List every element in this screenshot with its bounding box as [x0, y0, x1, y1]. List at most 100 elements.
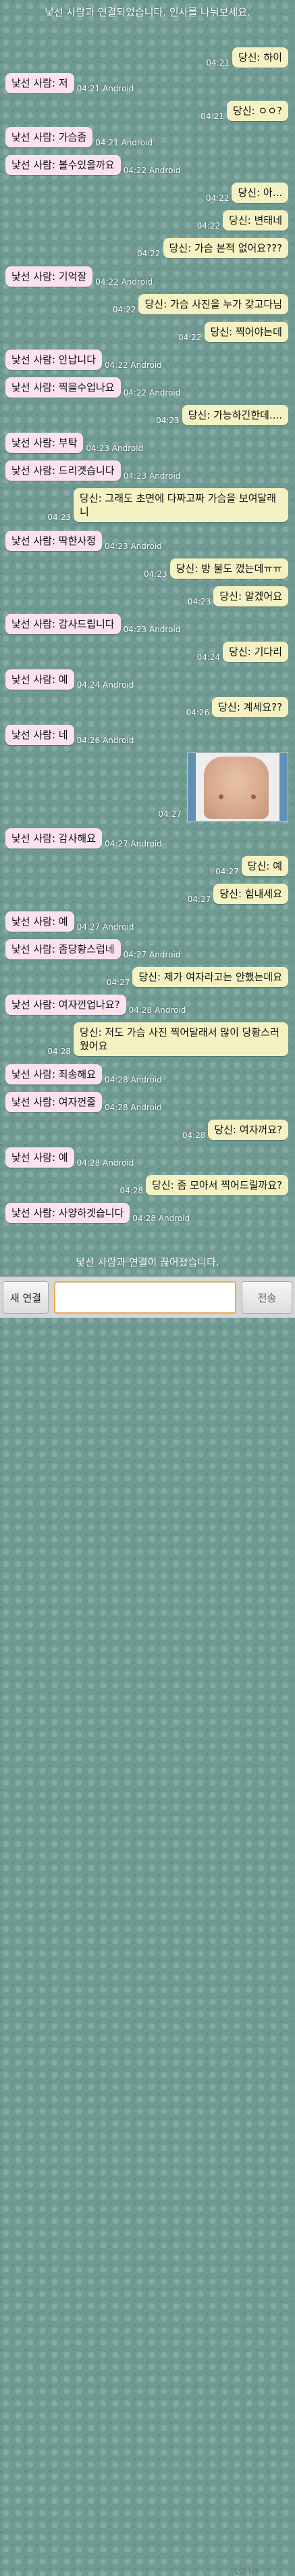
message-bubble[interactable]: 당신: 좀 모아서 찍어드릴까요? [146, 1175, 288, 1195]
message-time: 04:28 Android [128, 1005, 186, 1015]
message-bubble[interactable]: 낯선 사람: 사양하겟습니다 [5, 1203, 130, 1223]
message-bubble[interactable]: 낯선 사람: 찍을수업나요 [5, 377, 121, 398]
message-time: 04:23 Android [86, 444, 144, 453]
message-bubble[interactable]: 낯선 사람: 좀당황스럽네 [5, 939, 121, 959]
message-bubble[interactable]: 낯선 사람: 여자껀업나요? [5, 995, 126, 1015]
outgoing-message: 당신: 아... 04:22 [0, 183, 295, 206]
message-time: 04:21 [206, 58, 230, 68]
message-time: 04:27 [158, 809, 182, 819]
incoming-message: 낯선 사람: 가슴좀 04:21 Android [0, 127, 295, 150]
message-bubble[interactable]: 당신: 하이 [232, 47, 288, 68]
message-bubble[interactable]: 당신: 제가 여자라고는 안했는데요 [132, 967, 288, 987]
message-bubble[interactable]: 당신: 방 불도 껐는데ㅠㅠ [169, 558, 288, 579]
incoming-message: 낯선 사람: 감사드립니다 04:23 Android [0, 614, 295, 637]
incoming-message: 낯선 사람: 드리겟습니다 04:23 Android [0, 460, 295, 483]
incoming-message: 낯선 사람: 예 04:28 Android [0, 1147, 295, 1170]
message-bubble[interactable]: 당신: 예 [241, 856, 288, 876]
message-time: 04:22 Android [123, 388, 181, 398]
outgoing-message: 당신: 힘내세요 04:27 [0, 884, 295, 907]
message-bubble[interactable]: 당신: 저도 가슴 사진 찍어달래서 많이 당황스러웠어요 [74, 1022, 288, 1056]
message-bubble[interactable]: 당신: 힘내세요 [213, 884, 288, 904]
message-time: 04:26 Android [76, 736, 134, 745]
message-bubble[interactable]: 낯선 사람: 가슴좀 [5, 127, 93, 147]
message-bubble[interactable]: 당신: 찍어야는데 [204, 322, 288, 342]
message-bubble[interactable]: 낯선 사람: 예 [5, 1147, 74, 1168]
photo-message: 04:27 [0, 753, 295, 821]
message-bubble[interactable]: 당신: 그래도 초면에 다짜고짜 가슴을 보여달래니 [74, 488, 288, 522]
outgoing-message: 당신: 변태네 04:22 [0, 210, 295, 233]
message-bubble[interactable]: 낯선 사람: 감사드립니다 [5, 614, 121, 634]
message-time: 04:28 Android [76, 1158, 134, 1168]
message-bubble[interactable]: 낯선 사람: 감사해요 [5, 828, 102, 849]
message-bubble[interactable]: 낯선 사람: 딱한사정 [5, 531, 102, 551]
message-bubble[interactable]: 당신: 계세요?? [212, 697, 288, 717]
message-bubble[interactable]: 낯선 사람: 죄송해요 [5, 1064, 102, 1084]
message-bubble[interactable]: 낯선 사람: 예 [5, 669, 74, 690]
message-time: 04:23 [187, 597, 211, 606]
chest-photo-image[interactable] [187, 753, 288, 821]
message-time: 04:23 [47, 512, 71, 522]
message-time: 04:23 [156, 416, 180, 425]
message-bubble[interactable]: 낯선 사람: 안납니다 [5, 350, 102, 370]
message-time: 04:22 Android [105, 360, 162, 370]
incoming-message: 낯선 사람: 예 04:24 Android [0, 669, 295, 692]
message-time: 04:22 [196, 221, 221, 231]
message-bubble[interactable]: 당신: 아... [232, 183, 288, 203]
outgoing-message: 당신: 좀 모아서 찍어드릴까요? 04:28 [0, 1175, 295, 1198]
message-time: 04:21 [200, 112, 225, 121]
incoming-message: 낯선 사람: 죄송해요 04:28 Android [0, 1064, 295, 1087]
incoming-message: 낯선 사람: 여자껀업나요? 04:28 Android [0, 995, 295, 1018]
message-time: 04:27 [106, 978, 130, 987]
message-bubble[interactable]: 당신: 여자꺼요? [208, 1120, 288, 1140]
outgoing-message: 당신: 가슴 본적 없어요??? 04:22 [0, 238, 295, 261]
outgoing-message: 당신: 제가 여자라고는 안했는데요 04:27 [0, 967, 295, 990]
message-time: 04:27 Android [123, 950, 181, 959]
message-time: 04:22 [136, 249, 161, 258]
message-bubble[interactable]: 당신: 가능하긴한데.... [182, 405, 288, 425]
message-bubble[interactable]: 당신: ㅇㅇ? [227, 101, 288, 121]
send-button[interactable]: 전송 [242, 1281, 292, 1314]
bottom-bar: 새 연결 LG U+ 전송 [0, 1277, 295, 2576]
incoming-message: 낯선 사람: 기억잘 04:22 Android [0, 266, 295, 289]
message-bubble[interactable]: 낯선 사람: 부탁 [5, 433, 84, 453]
message-bubble[interactable]: 낯선 사람: 볼수있을까요 [5, 155, 121, 175]
incoming-message: 낯선 사람: 좀당황스럽네 04:27 Android [0, 939, 295, 962]
message-time: 04:22 Android [123, 166, 181, 175]
message-time: 04:24 Android [76, 680, 134, 690]
message-bubble[interactable]: 낯선 사람: 예 [5, 911, 74, 932]
message-time: 04:27 Android [105, 839, 162, 849]
message-time: 04:21 Android [95, 138, 153, 147]
message-time: 04:27 [187, 895, 211, 904]
message-bubble[interactable]: 낯선 사람: 여자껀줄 [5, 1092, 102, 1112]
message-bubble[interactable]: 당신: 가슴 본적 없어요??? [163, 238, 288, 258]
incoming-message: 낯선 사람: 볼수있을까요 04:22 Android [0, 155, 295, 178]
message-bubble[interactable]: 당신: 가슴 사진을 누가 갖고다님 [138, 294, 288, 314]
incoming-message: 낯선 사람: 저 04:21 Android [0, 73, 295, 96]
message-time: 04:28 [182, 1130, 206, 1140]
incoming-message: 낯선 사람: 감사해요 04:27 Android [0, 828, 295, 851]
new-connection-button[interactable]: 새 연결 [3, 1281, 49, 1314]
incoming-message: 낯선 사람: 부탁 04:23 Android [0, 433, 295, 456]
message-time: 04:27 [215, 867, 239, 876]
message-bubble[interactable]: 낯선 사람: 저 [5, 73, 74, 93]
outgoing-message: 당신: 그래도 초면에 다짜고짜 가슴을 보여달래니 04:23 [0, 488, 295, 525]
message-time: 04:22 Android [95, 277, 153, 287]
message-bubble[interactable]: 당신: 기다리 [223, 642, 288, 662]
message-time: 04:28 [47, 1047, 71, 1056]
incoming-message: 낯선 사람: 예 04:27 Android [0, 911, 295, 934]
message-bubble[interactable]: 낯선 사람: 드리겟습니다 [5, 460, 121, 481]
outgoing-message: 당신: 알겠어요 04:23 [0, 586, 295, 609]
message-bubble[interactable]: 당신: 알겠어요 [213, 586, 288, 606]
outgoing-message: 당신: 여자꺼요? 04:28 [0, 1120, 295, 1143]
message-time: 04:23 [144, 569, 167, 579]
message-bubble[interactable]: 당신: 변태네 [223, 210, 288, 231]
message-time: 04:24 [196, 652, 221, 662]
message-bubble[interactable]: 낯선 사람: 네 [5, 725, 74, 745]
message-time: 04:28 Android [132, 1214, 190, 1223]
incoming-message: 낯선 사람: 안납니다 04:22 Android [0, 350, 295, 373]
incoming-message: 낯선 사람: 찍을수업나요 04:22 Android [0, 377, 295, 400]
message-time: 04:23 Android [123, 625, 181, 634]
message-bubble[interactable]: 낯선 사람: 기억잘 [5, 266, 93, 287]
message-time: 04:28 [119, 1186, 144, 1195]
message-input[interactable] [54, 1281, 236, 1314]
